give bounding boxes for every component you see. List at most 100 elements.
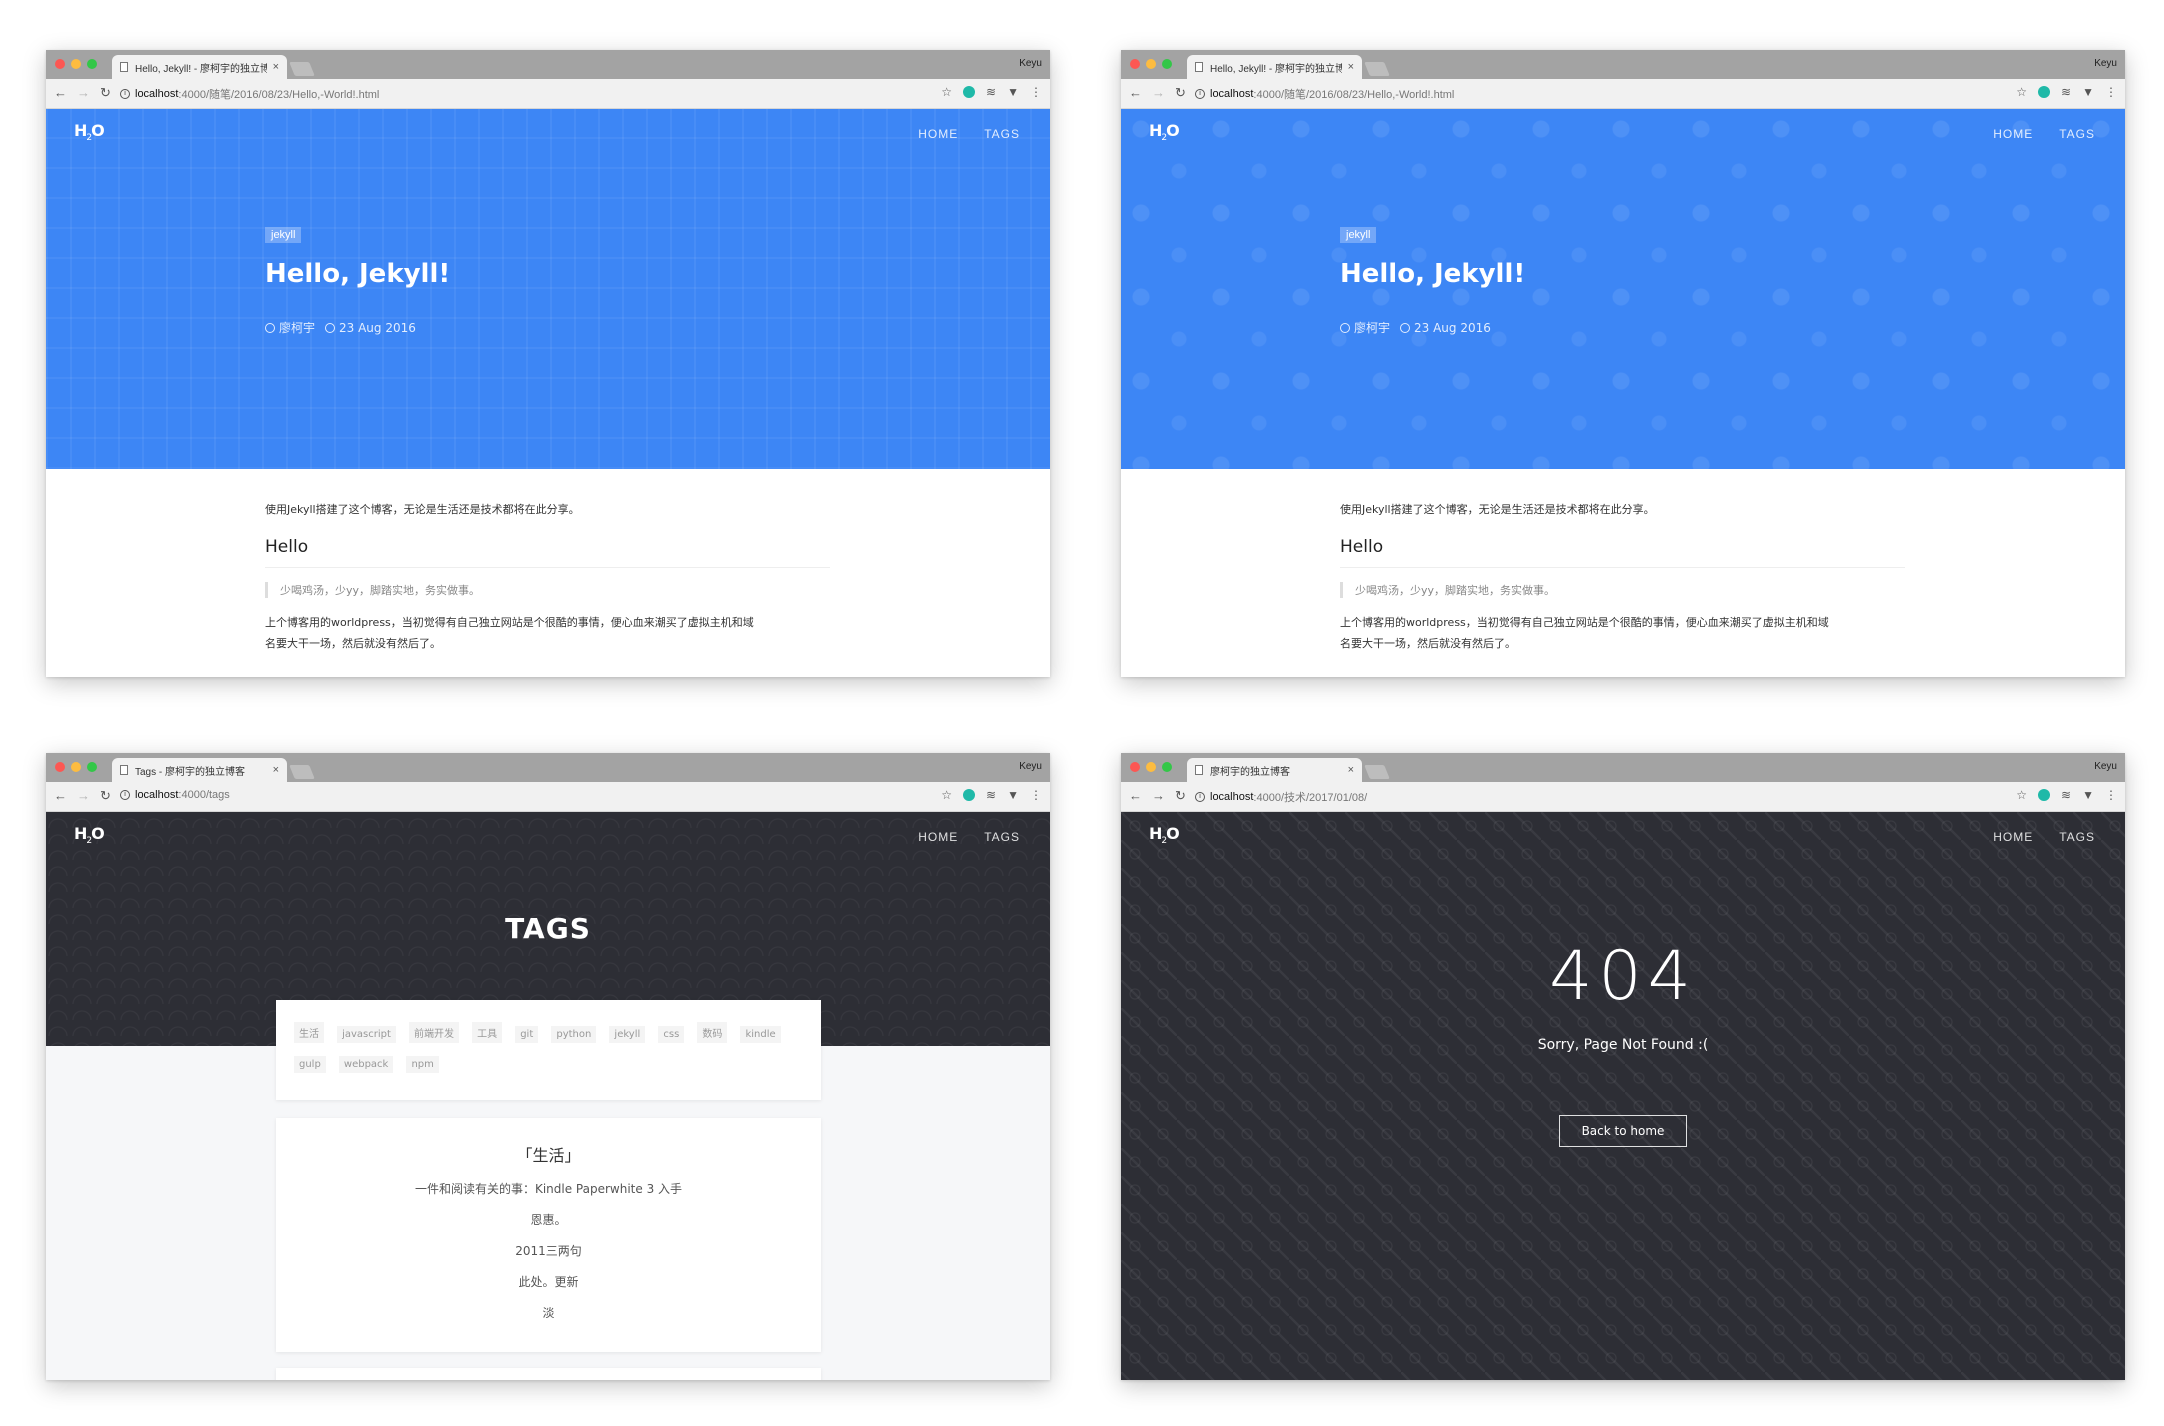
close-window-button[interactable] (55, 59, 65, 69)
filter-extension-icon[interactable]: ▼ (1007, 85, 1019, 99)
close-tab-icon[interactable]: × (273, 764, 279, 776)
site-logo[interactable]: H2O (74, 121, 105, 143)
more-menu-icon[interactable]: ⋮ (2105, 788, 2117, 802)
filter-extension-icon[interactable]: ▼ (2082, 788, 2094, 802)
minimize-window-button[interactable] (1146, 762, 1156, 772)
back-arrow-icon[interactable]: ← (54, 788, 67, 804)
reload-icon[interactable]: ↻ (100, 788, 111, 804)
tag-chip[interactable]: 工具 (472, 1022, 503, 1043)
forward-arrow-icon[interactable]: → (77, 85, 90, 101)
back-arrow-icon[interactable]: ← (1129, 85, 1142, 101)
reload-icon[interactable]: ↻ (100, 85, 111, 101)
more-menu-icon[interactable]: ⋮ (1030, 85, 1042, 99)
tag-chip[interactable]: 前端开发 (409, 1022, 460, 1043)
post-link[interactable]: 恩惠。 (276, 1211, 821, 1228)
close-tab-icon[interactable]: × (1348, 61, 1354, 73)
new-tab-button[interactable] (1364, 62, 1390, 76)
new-tab-button[interactable] (289, 765, 315, 779)
close-window-button[interactable] (1130, 59, 1140, 69)
profile-name[interactable]: Keyu (1019, 761, 1042, 772)
bookmark-star-icon[interactable]: ☆ (941, 85, 952, 99)
site-logo[interactable]: H2O (1149, 121, 1180, 143)
forward-arrow-icon[interactable]: → (1152, 788, 1165, 804)
profile-name[interactable]: Keyu (2094, 58, 2117, 69)
tag-chip[interactable]: gulp (294, 1056, 326, 1073)
extension-icon[interactable] (2038, 789, 2051, 801)
forward-arrow-icon[interactable]: → (77, 788, 90, 804)
address-bar[interactable]: i localhost:4000/tags (120, 789, 230, 801)
tag-chip[interactable]: 生活 (294, 1022, 324, 1043)
close-window-button[interactable] (55, 762, 65, 772)
layers-extension-icon[interactable]: ≋ (2061, 788, 2071, 802)
close-window-button[interactable] (1130, 762, 1140, 772)
minimize-window-button[interactable] (71, 762, 81, 772)
address-bar[interactable]: i localhost:4000/技术/2017/01/08/ (1195, 789, 1367, 805)
site-logo[interactable]: H2O (1149, 824, 1180, 846)
site-logo[interactable]: H2O (74, 824, 105, 846)
info-icon[interactable]: i (120, 89, 130, 99)
post-link[interactable]: 一件和阅读有关的事：Kindle Paperwhite 3 入手 (276, 1180, 821, 1197)
filter-extension-icon[interactable]: ▼ (2082, 85, 2094, 99)
back-arrow-icon[interactable]: ← (54, 85, 67, 101)
tag-chip[interactable]: webpack (338, 1056, 394, 1073)
bookmark-star-icon[interactable]: ☆ (2016, 788, 2027, 802)
menu-tags-link[interactable]: TAGS (984, 127, 1020, 141)
layers-extension-icon[interactable]: ≋ (986, 85, 996, 99)
close-tab-icon[interactable]: × (273, 61, 279, 73)
tag-chip[interactable]: kindle (740, 1026, 781, 1043)
layers-extension-icon[interactable]: ≋ (986, 788, 996, 802)
maximize-window-button[interactable] (1162, 762, 1172, 772)
new-tab-button[interactable] (289, 62, 315, 76)
layers-extension-icon[interactable]: ≋ (2061, 85, 2071, 99)
tag-chip[interactable]: javascript (337, 1026, 396, 1043)
extension-icon[interactable] (2038, 86, 2051, 98)
menu-home-link[interactable]: HOME (1993, 830, 2033, 844)
info-icon[interactable]: i (120, 790, 130, 800)
more-menu-icon[interactable]: ⋮ (2105, 85, 2117, 99)
menu-tags-link[interactable]: TAGS (2059, 830, 2095, 844)
maximize-window-button[interactable] (87, 762, 97, 772)
tag-chip[interactable]: 数码 (697, 1022, 728, 1043)
post-link[interactable]: 淡 (276, 1304, 821, 1321)
address-bar[interactable]: i localhost:4000/随笔/2016/08/23/Hello,-Wo… (120, 86, 379, 102)
info-icon[interactable]: i (1195, 89, 1205, 99)
minimize-window-button[interactable] (1146, 59, 1156, 69)
filter-extension-icon[interactable]: ▼ (1007, 788, 1019, 802)
browser-tab[interactable]: Hello, Jekyll! - 廖柯宇的独立博客 × (112, 55, 287, 79)
post-link[interactable]: 此处。更新 (276, 1273, 821, 1290)
menu-home-link[interactable]: HOME (1993, 127, 2033, 141)
tag-chip[interactable]: git (515, 1026, 539, 1043)
info-icon[interactable]: i (1195, 792, 1205, 802)
tag-chip[interactable]: python (551, 1026, 597, 1043)
bookmark-star-icon[interactable]: ☆ (2016, 85, 2027, 99)
back-arrow-icon[interactable]: ← (1129, 788, 1142, 804)
menu-home-link[interactable]: HOME (918, 830, 958, 844)
maximize-window-button[interactable] (87, 59, 97, 69)
extension-icon[interactable] (963, 789, 976, 801)
menu-home-link[interactable]: HOME (918, 127, 958, 141)
address-bar[interactable]: i localhost:4000/随笔/2016/08/23/Hello,-Wo… (1195, 86, 1454, 102)
post-tag[interactable]: jekyll (265, 227, 302, 243)
browser-tab[interactable]: Hello, Jekyll! - 廖柯宇的独立博客 × (1187, 55, 1362, 79)
extension-icon[interactable] (963, 86, 976, 98)
new-tab-button[interactable] (1364, 765, 1390, 779)
menu-tags-link[interactable]: TAGS (2059, 127, 2095, 141)
browser-tab[interactable]: 廖柯宇的独立博客 × (1187, 758, 1362, 782)
post-tag[interactable]: jekyll (1340, 227, 1377, 243)
reload-icon[interactable]: ↻ (1175, 788, 1186, 804)
more-menu-icon[interactable]: ⋮ (1030, 788, 1042, 802)
minimize-window-button[interactable] (71, 59, 81, 69)
back-to-home-button[interactable]: Back to home (1559, 1115, 1687, 1147)
tag-chip[interactable]: css (658, 1026, 685, 1043)
tag-chip[interactable]: npm (406, 1056, 439, 1073)
profile-name[interactable]: Keyu (2094, 761, 2117, 772)
tag-chip[interactable]: jekyll (609, 1026, 646, 1043)
bookmark-star-icon[interactable]: ☆ (941, 788, 952, 802)
post-link[interactable]: 2011三两句 (276, 1242, 821, 1259)
close-tab-icon[interactable]: × (1348, 764, 1354, 776)
maximize-window-button[interactable] (1162, 59, 1172, 69)
forward-arrow-icon[interactable]: → (1152, 85, 1165, 101)
browser-tab[interactable]: Tags - 廖柯宇的独立博客 × (112, 758, 287, 782)
menu-tags-link[interactable]: TAGS (984, 830, 1020, 844)
reload-icon[interactable]: ↻ (1175, 85, 1186, 101)
